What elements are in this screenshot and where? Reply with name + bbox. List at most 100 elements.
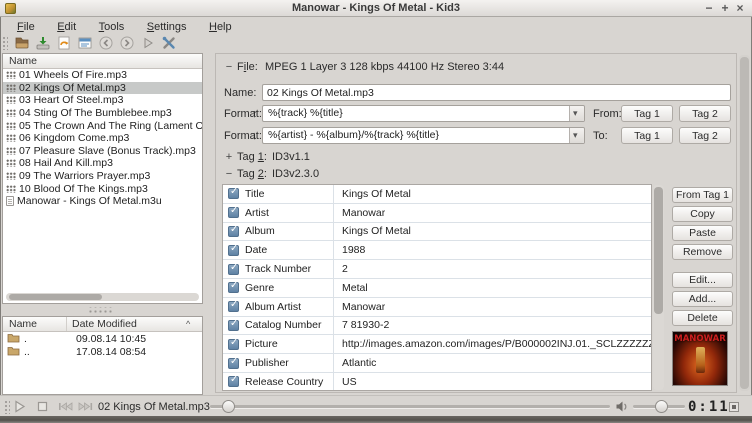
field-checkbox[interactable] — [228, 264, 239, 275]
paste-button[interactable]: Paste — [672, 225, 733, 241]
field-value[interactable]: Kings Of Metal — [334, 225, 411, 237]
seek-slider-handle[interactable] — [222, 400, 235, 413]
minimize-button[interactable]: − — [702, 0, 716, 16]
edit-button[interactable]: Edit... — [672, 272, 733, 288]
file-section-expander[interactable]: − — [224, 61, 234, 73]
revert-button[interactable] — [53, 34, 74, 52]
from-tag2-button[interactable]: Tag 2 — [679, 105, 731, 122]
table-vscrollbar[interactable] — [653, 185, 664, 390]
seek-slider[interactable] — [210, 405, 610, 408]
file-row[interactable]: 02 Kings Of Metal.mp3 — [3, 82, 202, 95]
file-row[interactable]: 04 Sting Of The Bumblebee.mp3 — [3, 107, 202, 120]
file-row[interactable]: 05 The Crown And The Ring (Lament Of Th — [3, 119, 202, 132]
field-value[interactable]: Kings Of Metal — [334, 188, 411, 200]
filename-input[interactable] — [262, 84, 731, 101]
field-value[interactable]: US — [334, 376, 357, 388]
commands-button[interactable] — [74, 34, 95, 52]
tag-row[interactable]: Title Kings Of Metal — [223, 185, 651, 204]
file-row[interactable]: 08 Hail And Kill.mp3 — [3, 157, 202, 170]
maximize-button[interactable]: + — [718, 0, 732, 16]
player-drag-handle[interactable] — [4, 400, 10, 414]
tag-row[interactable]: Genre Metal — [223, 279, 651, 298]
file-row[interactable]: 03 Heart Of Steel.mp3 — [3, 94, 202, 107]
directory-row[interactable]: .. 17.08.14 08:54 — [3, 346, 202, 360]
field-checkbox[interactable] — [228, 339, 239, 350]
field-value[interactable]: Manowar — [334, 301, 385, 313]
tag-row[interactable]: Album Artist Manowar — [223, 298, 651, 317]
configure-button[interactable] — [158, 34, 179, 52]
previous-file-button[interactable] — [95, 34, 116, 52]
field-value[interactable]: 1988 — [334, 244, 365, 256]
tag1-section-expander[interactable]: + — [224, 151, 234, 163]
tag-row[interactable]: Picture http://images.amazon.com/images/… — [223, 335, 651, 354]
volume-slider[interactable] — [633, 405, 685, 408]
directory-row[interactable]: . 09.08.14 10:45 — [3, 332, 202, 346]
dir-date-header[interactable]: Date Modified — [67, 317, 186, 331]
tag-row[interactable]: Publisher Atlantic — [223, 354, 651, 373]
tag-row[interactable]: Artist Manowar — [223, 204, 651, 223]
tag-row[interactable]: Track Number 2 — [223, 260, 651, 279]
to-tag2-button[interactable]: Tag 2 — [679, 127, 731, 144]
field-checkbox[interactable] — [228, 376, 239, 387]
field-checkbox[interactable] — [228, 358, 239, 369]
file-row[interactable]: 01 Wheels Of Fire.mp3 — [3, 69, 202, 82]
field-checkbox[interactable] — [228, 301, 239, 312]
save-button[interactable] — [32, 34, 53, 52]
file-row[interactable]: 07 Pleasure Slave (Bonus Track).mp3 — [3, 145, 202, 158]
directory-header[interactable]: Name Date Modified ^ — [3, 317, 202, 332]
field-value[interactable]: 7 81930-2 — [334, 319, 389, 331]
field-value[interactable]: Manowar — [334, 207, 385, 219]
to-tag1-button[interactable]: Tag 1 — [621, 127, 673, 144]
field-value[interactable]: Atlantic — [334, 357, 376, 369]
album-art-thumbnail[interactable]: MANOWAR — [672, 331, 728, 386]
main-vscrollbar[interactable] — [739, 55, 750, 391]
field-value[interactable]: 2 — [334, 263, 348, 275]
volume-slider-handle[interactable] — [655, 400, 668, 413]
delete-button[interactable]: Delete — [672, 310, 733, 326]
open-directory-button[interactable] — [11, 34, 32, 52]
field-value[interactable]: http://images.amazon.com/images/P/B00000… — [334, 338, 651, 350]
panel-splitter-handle[interactable] — [88, 307, 114, 313]
file-row[interactable]: 10 Blood Of The Kings.mp3 — [3, 182, 202, 195]
field-checkbox[interactable] — [228, 226, 239, 237]
file-list-header[interactable]: Name — [3, 54, 202, 69]
dir-name-header[interactable]: Name — [9, 317, 67, 331]
next-file-button[interactable] — [116, 34, 137, 52]
tag-row[interactable]: Catalog Number 7 81930-2 — [223, 317, 651, 336]
vscrollbar-thumb[interactable] — [740, 57, 749, 389]
player-extra-button[interactable] — [729, 402, 739, 412]
titlebar[interactable]: Manowar - Kings Of Metal - Kid3 − + × — [0, 0, 752, 17]
stop-button[interactable] — [36, 396, 49, 417]
file-list-hscrollbar[interactable] — [6, 293, 199, 301]
field-checkbox[interactable] — [228, 282, 239, 293]
close-button[interactable]: × — [733, 0, 747, 16]
field-checkbox[interactable] — [228, 245, 239, 256]
format-from-combo[interactable]: %{track} %{title} — [262, 105, 585, 122]
tag-row[interactable]: Date 1988 — [223, 241, 651, 260]
remove-button[interactable]: Remove — [672, 244, 733, 260]
field-value[interactable]: Metal — [334, 282, 368, 294]
tag2-section-expander[interactable]: − — [224, 168, 234, 180]
format-to-combo[interactable]: %{artist} - %{album}/%{track} %{title} — [262, 127, 585, 144]
toolbar-drag-handle[interactable] — [2, 36, 8, 50]
dropdown-arrow-icon[interactable] — [569, 106, 584, 121]
copy-button[interactable]: Copy — [672, 206, 733, 222]
hscrollbar-thumb[interactable] — [9, 294, 102, 300]
field-checkbox[interactable] — [228, 188, 239, 199]
file-row[interactable]: 06 Kingdom Come.mp3 — [3, 132, 202, 145]
sort-ascending-icon[interactable]: ^ — [186, 317, 202, 331]
field-checkbox[interactable] — [228, 320, 239, 331]
file-row[interactable]: Manowar - Kings Of Metal.m3u — [3, 195, 202, 208]
from-tag-1-button[interactable]: From Tag 1 — [672, 187, 733, 203]
play-button[interactable] — [12, 396, 27, 417]
tag-row[interactable]: Release Country US — [223, 373, 651, 391]
add-button[interactable]: Add... — [672, 291, 733, 307]
vscrollbar-thumb[interactable] — [654, 187, 663, 314]
dropdown-arrow-icon[interactable] — [569, 128, 584, 143]
file-row[interactable]: 09 The Warriors Prayer.mp3 — [3, 170, 202, 183]
play-toolbar-button[interactable] — [137, 34, 158, 52]
next-track-button[interactable] — [77, 396, 94, 417]
tag-row[interactable]: Album Kings Of Metal — [223, 223, 651, 242]
from-tag1-button[interactable]: Tag 1 — [621, 105, 673, 122]
previous-track-button[interactable] — [57, 396, 74, 417]
